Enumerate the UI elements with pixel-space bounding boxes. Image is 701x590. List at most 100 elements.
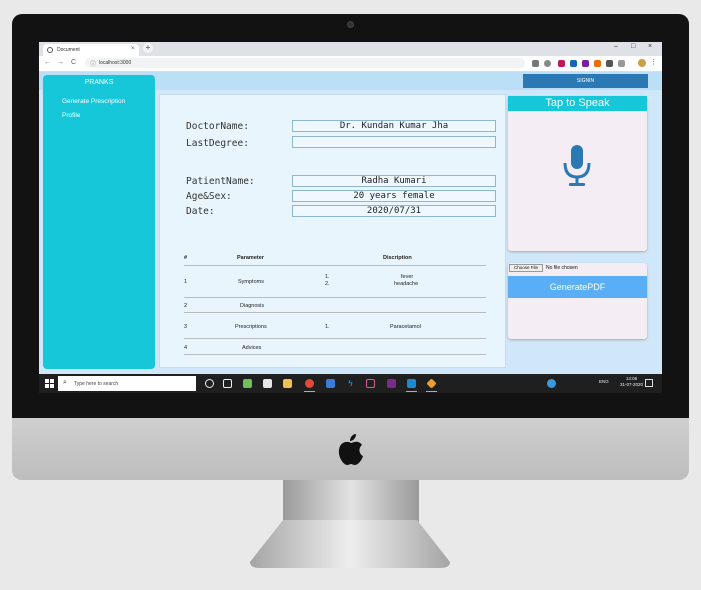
table-row-item-index: 1.: [325, 324, 330, 330]
close-window-button[interactable]: ×: [648, 43, 652, 50]
table-row-item-desc: headache: [394, 281, 419, 287]
app-root: SIGNIN PRANKS Generate Prescription Prof…: [39, 72, 662, 374]
tab-close-icon[interactable]: ×: [131, 46, 135, 52]
new-tab-button[interactable]: +: [143, 43, 153, 53]
menu-icon[interactable]: ⋮: [650, 58, 657, 66]
screen: Document × + – □ × ← → C ⓘ localhost:300…: [39, 42, 662, 393]
active-indicator: [426, 391, 437, 392]
stand-base: [250, 520, 450, 568]
reload-button[interactable]: C: [71, 59, 76, 66]
puzzle-icon[interactable]: [606, 60, 613, 67]
info-icon: ⓘ: [90, 62, 97, 68]
taskbar: ⌕ Type here to search ϟ ENG 13:06 31-07-…: [39, 374, 662, 393]
key-icon[interactable]: [618, 60, 625, 67]
doctor-name-field[interactable]: Dr. Kundan Kumar Jha: [292, 120, 496, 132]
table-row-num: 3: [184, 324, 188, 330]
date-field[interactable]: 2020/07/31: [292, 205, 496, 217]
browser-toolbar: ← → C ⓘ localhost:3000 ⋮: [39, 56, 662, 72]
chrome-icon[interactable]: [305, 379, 314, 388]
taskbar-clock[interactable]: 13:06 31-07-2020: [620, 376, 643, 388]
apple-logo-icon: [338, 434, 363, 465]
sidebar-item-generate-prescription[interactable]: Generate Prescription: [62, 98, 125, 105]
extension-icon[interactable]: [582, 60, 589, 67]
table-row-parameter: Diagnosis: [240, 303, 265, 309]
bolt-icon[interactable]: ϟ: [346, 379, 355, 388]
patient-name-field[interactable]: Radha Kumari: [292, 175, 496, 187]
search-placeholder: Type here to search: [74, 381, 119, 387]
app-icon[interactable]: [387, 379, 396, 388]
folder-icon[interactable]: [283, 379, 292, 388]
address-text: localhost:3000: [99, 60, 132, 66]
address-bar[interactable]: ⓘ localhost:3000: [85, 58, 525, 68]
table-row-item-index: 1.: [325, 274, 330, 280]
file-status: No file chosen: [546, 265, 578, 271]
tap-to-speak-button[interactable]: Tap to Speak: [508, 96, 647, 111]
table-row-num: 1: [184, 279, 188, 285]
last-degree-field[interactable]: [292, 136, 496, 148]
app-icon[interactable]: [426, 378, 437, 389]
extension-icon[interactable]: [532, 60, 539, 67]
table-header-description: Discription: [383, 255, 412, 261]
active-indicator: [304, 391, 315, 392]
table-row-num: 4: [184, 345, 188, 351]
sidebar-item-profile[interactable]: Profile: [62, 112, 80, 119]
table-row-parameter: Symptoms: [238, 279, 264, 285]
prescription-panel: DoctorName: Dr. Kundan Kumar Jha LastDeg…: [159, 94, 506, 368]
camera-dot: [347, 21, 354, 28]
table-row-item-desc: fever: [401, 274, 414, 280]
generate-pdf-button[interactable]: GeneratePDF: [508, 276, 647, 298]
store-icon[interactable]: [263, 379, 272, 388]
browser-tab-bar: Document × + – □ ×: [39, 42, 662, 56]
avatar[interactable]: [638, 59, 646, 67]
pdf-panel: Choose File No file chosen GeneratePDF: [508, 263, 647, 339]
star-icon[interactable]: [544, 60, 551, 67]
tab-title: Document: [57, 47, 80, 53]
last-degree-label: LastDegree:: [186, 138, 249, 149]
brand-title: PRANKS: [84, 79, 114, 86]
signin-button[interactable]: SIGNIN: [523, 74, 648, 88]
microphone-icon[interactable]: [561, 145, 593, 187]
active-indicator: [406, 391, 417, 392]
table-row-parameter: Prescriptions: [235, 324, 267, 330]
task-view-icon[interactable]: [223, 379, 232, 388]
table-divider: [184, 354, 486, 355]
forward-button[interactable]: →: [57, 59, 64, 66]
browser-tab[interactable]: Document ×: [43, 44, 139, 56]
table-divider: [184, 338, 486, 339]
choose-file-button[interactable]: Choose File: [509, 264, 543, 272]
globe-icon: [47, 47, 53, 53]
taskbar-search[interactable]: ⌕ Type here to search: [58, 376, 196, 391]
table-row-parameter: Advices: [242, 345, 262, 351]
table-header-num: #: [184, 255, 188, 261]
search-icon: ⌕: [63, 379, 67, 386]
doctor-name-label: DoctorName:: [186, 121, 249, 132]
table-row-item-index: 2.: [325, 281, 330, 287]
table-row-item-desc: Paracetamol: [390, 324, 421, 330]
speech-panel: Tap to Speak: [508, 96, 647, 251]
terminal-icon[interactable]: [366, 379, 375, 388]
notification-icon[interactable]: [645, 379, 653, 387]
table-divider: [184, 297, 486, 298]
vscode-icon[interactable]: [407, 379, 416, 388]
patient-name-label: PatientName:: [186, 176, 255, 187]
app-icon[interactable]: [243, 379, 252, 388]
extension-icon[interactable]: [558, 60, 565, 67]
minimize-button[interactable]: –: [614, 43, 618, 50]
table-header-parameter: Parameter: [237, 255, 264, 261]
cortana-icon[interactable]: [205, 379, 214, 388]
maximize-button[interactable]: □: [631, 43, 635, 50]
back-button[interactable]: ←: [44, 59, 51, 66]
app-icon[interactable]: [326, 379, 335, 388]
windows-start-icon[interactable]: [45, 379, 54, 388]
tray-app-icon[interactable]: [547, 379, 556, 388]
extension-icon[interactable]: [594, 60, 601, 67]
sidebar: PRANKS Generate Prescription Profile: [43, 75, 155, 369]
clock-date: 31-07-2020: [620, 382, 644, 387]
extension-icon[interactable]: [570, 60, 577, 67]
stand-neck: [283, 480, 419, 522]
age-sex-field[interactable]: 20 years female: [292, 190, 496, 202]
table-divider: [184, 265, 486, 266]
date-label: Date:: [186, 206, 215, 217]
language-indicator[interactable]: ENG: [599, 379, 609, 384]
age-sex-label: Age&Sex:: [186, 191, 232, 202]
